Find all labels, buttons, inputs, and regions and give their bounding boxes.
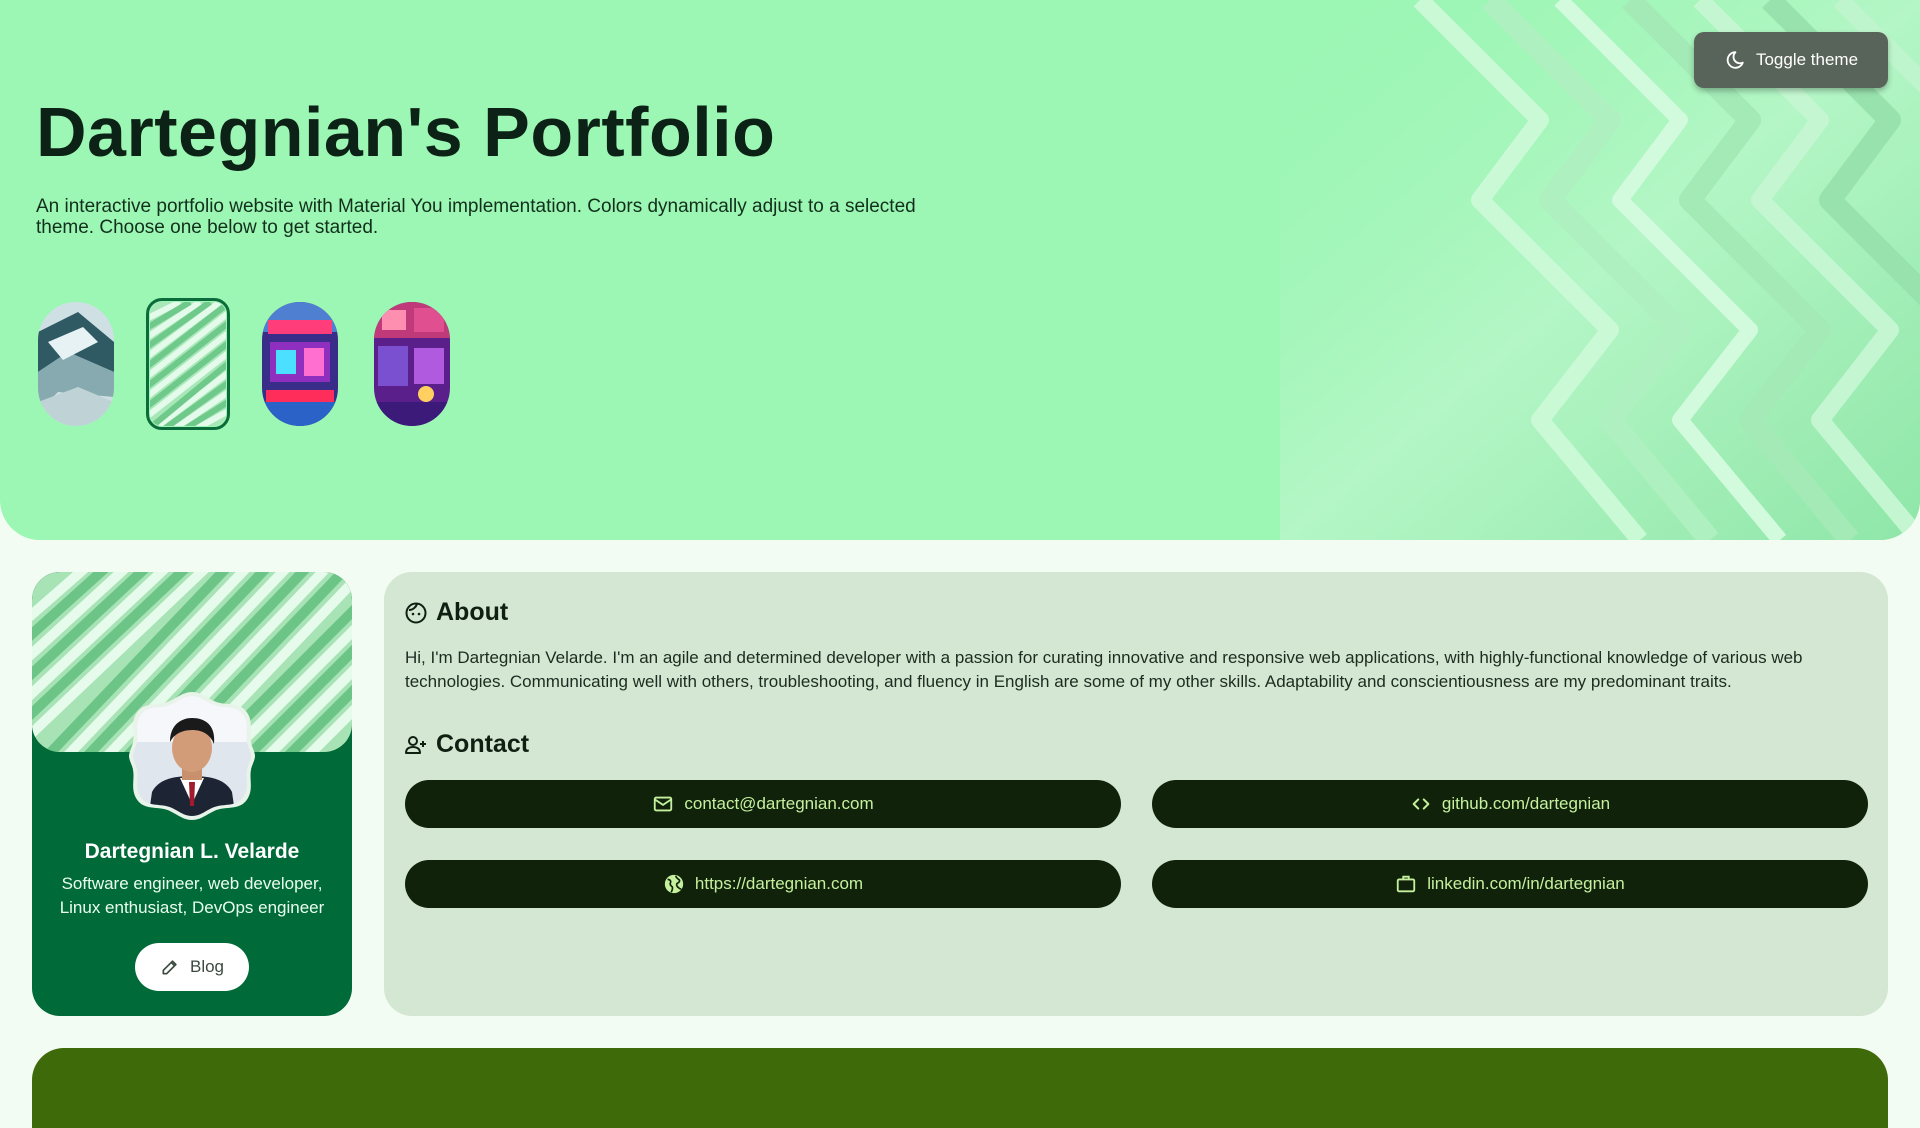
email-link[interactable]: contact@dartegnian.com: [405, 780, 1121, 828]
mail-icon: [654, 796, 673, 812]
about-heading: About: [436, 598, 509, 626]
toggle-theme-label: Toggle theme: [1755, 50, 1859, 69]
about-card: About Hi, I'm Dartegnian Velarde. I'm an…: [384, 572, 1888, 1016]
blog-button-label: Blog: [189, 957, 225, 976]
toggle-theme-button[interactable]: Toggle theme: [1694, 32, 1888, 88]
face-icon: [405, 602, 427, 623]
moon-icon: [1726, 51, 1744, 69]
profile-role: Software engineer, web developer, Linux …: [59, 874, 325, 917]
github-link-label: github.com/dartegnian: [1441, 794, 1611, 813]
green-waves-thumbnail: [150, 302, 226, 426]
github-link[interactable]: github.com/dartegnian: [1152, 780, 1868, 828]
hero-section: Dartegnian's Portfolio An interactive po…: [0, 0, 1920, 540]
about-text: Hi, I'm Dartegnian Velarde. I'm an agile…: [405, 648, 1803, 691]
briefcase-icon: [1397, 875, 1416, 893]
email-link-label: contact@dartegnian.com: [684, 794, 874, 813]
website-link-label: https://dartegnian.com: [694, 874, 864, 893]
person-add-icon: [405, 735, 426, 754]
avatar: [128, 692, 256, 820]
theme-swatch-neon-street[interactable]: [262, 302, 338, 426]
theme-swatch-green-waves[interactable]: [146, 298, 230, 430]
contact-heading: Contact: [436, 730, 530, 758]
theme-swatch-glass-blocks[interactable]: [38, 302, 114, 426]
blog-button[interactable]: Blog: [135, 943, 249, 991]
page-title: Dartegnian's Portfolio: [36, 93, 776, 171]
hero-description: An interactive portfolio website with Ma…: [36, 196, 916, 238]
code-icon: [1412, 798, 1430, 810]
globe-icon: [664, 874, 684, 894]
contact-header: Contact: [404, 730, 529, 759]
profile-card: Dartegnian L. Velarde Software engineer,…: [32, 572, 352, 1016]
profile-name: Dartegnian L. Velarde: [84, 840, 300, 863]
neon-arcade-thumbnail: [374, 302, 450, 426]
pencil-icon: [162, 960, 177, 975]
linkedin-link[interactable]: linkedin.com/in/dartegnian: [1152, 860, 1868, 908]
about-header: About: [404, 598, 508, 627]
website-link[interactable]: https://dartegnian.com: [405, 860, 1121, 908]
next-section-card: [32, 1048, 1888, 1128]
glass-blocks-thumbnail: [38, 302, 114, 426]
theme-swatch-neon-arcade[interactable]: [374, 302, 450, 426]
neon-street-thumbnail: [262, 302, 338, 426]
linkedin-link-label: linkedin.com/in/dartegnian: [1427, 874, 1625, 893]
